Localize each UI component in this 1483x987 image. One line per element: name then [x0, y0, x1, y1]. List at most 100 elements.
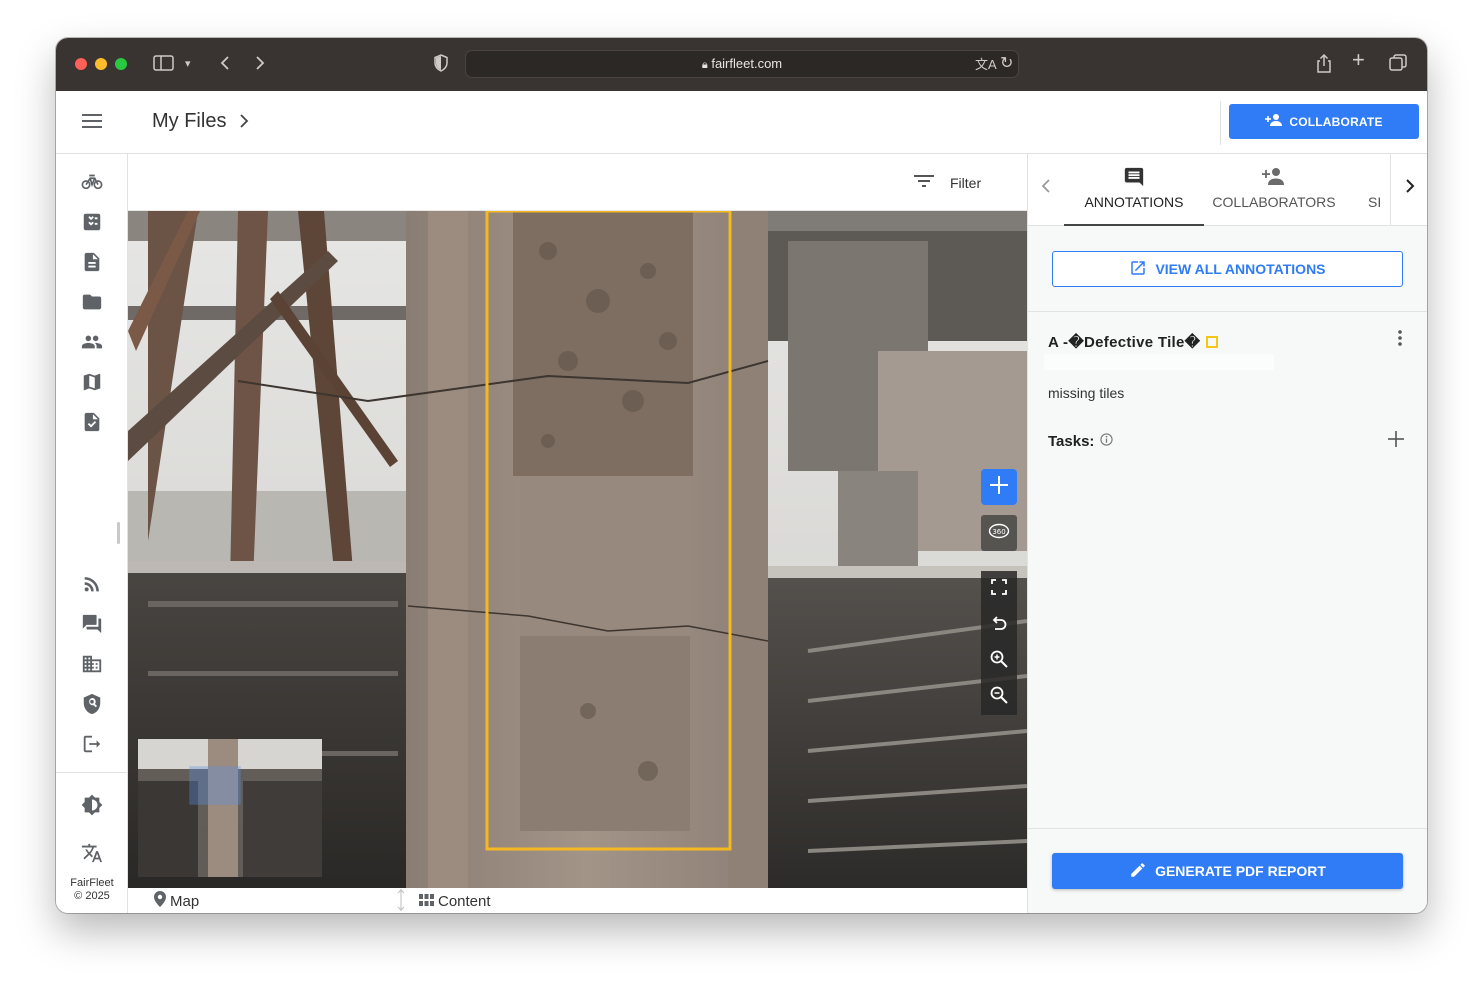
- forum-icon[interactable]: [80, 612, 104, 636]
- edit-pencil-icon: [1129, 861, 1147, 882]
- split-resize-handle[interactable]: [394, 889, 408, 913]
- task-list-icon[interactable]: [80, 210, 104, 234]
- logout-icon[interactable]: [80, 732, 104, 756]
- panel-tabs: ANNOTATIONS COLLABORATORS SI: [1028, 154, 1427, 226]
- image-viewer[interactable]: 360: [128, 211, 1027, 888]
- add-task-icon[interactable]: [1388, 431, 1404, 452]
- map-view-button[interactable]: Map: [154, 891, 199, 911]
- close-window-button[interactable]: [75, 58, 87, 70]
- translate-icon[interactable]: [80, 841, 104, 865]
- filter-icon: [914, 174, 934, 191]
- content-label: Content: [438, 893, 491, 910]
- fullscreen-icon: [991, 578, 1007, 600]
- annotation-description: missing tiles: [1048, 385, 1125, 401]
- sidebar-toggle-icon[interactable]: [153, 54, 175, 78]
- annotation-panel: ANNOTATIONS COLLABORATORS SI VIEW ALL AN…: [1027, 154, 1427, 913]
- sidebar-divider: [56, 772, 128, 773]
- zoom-out-icon: [990, 686, 1008, 709]
- map-label: Map: [170, 892, 200, 910]
- tasks-header: Tasks:: [1048, 433, 1114, 450]
- grid-view-icon: [419, 893, 434, 910]
- share-icon[interactable]: [1316, 53, 1332, 80]
- generate-pdf-report-button[interactable]: GENERATE PDF REPORT: [1052, 853, 1403, 889]
- translate-page-icon[interactable]: 文A: [975, 55, 997, 75]
- location-pin-icon: [154, 891, 166, 911]
- brightness-icon[interactable]: [80, 793, 104, 817]
- reset-view-button[interactable]: [981, 607, 1017, 643]
- sidebar-resize-handle[interactable]: [117, 522, 120, 544]
- zoom-in-icon: [990, 650, 1008, 673]
- inspection-photo: [128, 211, 1027, 888]
- folder-icon[interactable]: [80, 290, 104, 314]
- lock-icon: 🔒︎: [701, 59, 708, 71]
- zoom-window-button[interactable]: [115, 58, 127, 70]
- tab-third-label: SI: [1368, 194, 1382, 210]
- tab-overview-icon[interactable]: [1389, 54, 1407, 78]
- annotation-title-text: A -�Defective Tile�: [1048, 334, 1201, 351]
- content-view-button[interactable]: Content: [419, 893, 491, 910]
- drone-icon[interactable]: [80, 169, 104, 193]
- tabs-divider: [1390, 154, 1391, 226]
- menu-icon[interactable]: [82, 113, 102, 134]
- info-icon[interactable]: [1100, 433, 1114, 450]
- breadcrumb-chevron-icon[interactable]: [238, 111, 250, 136]
- tab-third[interactable]: SI: [1368, 166, 1390, 226]
- reload-icon[interactable]: ↻: [1000, 54, 1013, 74]
- zoom-out-button[interactable]: [981, 679, 1017, 715]
- zoom-in-button[interactable]: [981, 643, 1017, 679]
- page-title: My Files: [152, 110, 227, 132]
- address-bar[interactable]: 🔒︎ fairfleet.com: [465, 50, 1019, 78]
- collaborate-label: COLLABORATE: [1289, 114, 1383, 129]
- add-annotation-button[interactable]: [981, 469, 1017, 505]
- browser-toolbar: ▾ 🔒︎ fairfleet.com 文A ↻ +: [56, 38, 1427, 91]
- checked-document-icon[interactable]: [80, 410, 104, 434]
- minimize-window-button[interactable]: [95, 58, 107, 70]
- annotation-color-swatch: [1206, 336, 1219, 348]
- brand-footer: FairFleet © 2025: [56, 877, 128, 903]
- url-text: fairfleet.com: [711, 56, 783, 71]
- forward-icon[interactable]: [254, 54, 266, 78]
- fullscreen-button[interactable]: [981, 571, 1017, 607]
- rss-feed-icon[interactable]: [80, 572, 104, 596]
- header-divider: [1220, 101, 1221, 145]
- shield-icon[interactable]: [433, 54, 449, 78]
- drag-handle-icon: [394, 889, 408, 913]
- panel-divider: [1028, 311, 1427, 312]
- annotation-title: A -�Defective Tile�: [1048, 333, 1219, 351]
- panel-footer-divider: [1028, 828, 1427, 829]
- view-all-label: VIEW ALL ANNOTATIONS: [1155, 261, 1326, 277]
- tabs-scroll-left-icon[interactable]: [1040, 176, 1052, 201]
- collaborate-button[interactable]: COLLABORATE: [1229, 104, 1419, 139]
- tab-annotations[interactable]: ANNOTATIONS: [1064, 166, 1204, 226]
- viewer-toolbar: Filter: [128, 154, 1027, 211]
- filter-button[interactable]: Filter: [914, 174, 981, 191]
- security-search-icon[interactable]: [80, 692, 104, 716]
- building-icon[interactable]: [80, 652, 104, 676]
- svg-text:360: 360: [992, 528, 1005, 536]
- tab-collaborators-label: COLLABORATORS: [1212, 194, 1336, 210]
- browser-window: ▾ 🔒︎ fairfleet.com 文A ↻ + My Files COLLA…: [56, 38, 1427, 913]
- tabs-scroll-right-icon[interactable]: [1404, 176, 1416, 201]
- add-person-icon: [1265, 113, 1283, 130]
- more-vert-icon[interactable]: [1398, 329, 1402, 352]
- view-switcher: Map Content: [128, 888, 1027, 913]
- plus-icon: [989, 475, 1009, 500]
- brand-name: FairFleet: [70, 877, 114, 889]
- comment-icon: [1123, 166, 1145, 190]
- undo-icon: [990, 615, 1008, 636]
- view-all-annotations-button[interactable]: VIEW ALL ANNOTATIONS: [1052, 251, 1403, 287]
- people-icon[interactable]: [80, 330, 104, 354]
- add-person-icon: [1262, 166, 1286, 190]
- view-360-button[interactable]: 360: [981, 515, 1017, 551]
- tab-collaborators[interactable]: COLLABORATORS: [1204, 166, 1344, 226]
- sidebar: FairFleet © 2025: [56, 154, 128, 913]
- active-tab-indicator: [1064, 224, 1204, 226]
- new-tab-icon[interactable]: +: [1352, 49, 1365, 71]
- map-icon[interactable]: [80, 370, 104, 394]
- filter-label: Filter: [950, 174, 982, 191]
- document-icon[interactable]: [80, 250, 104, 274]
- chevron-down-icon[interactable]: ▾: [185, 54, 191, 74]
- open-in-new-icon: [1129, 259, 1147, 280]
- back-icon[interactable]: [219, 54, 231, 78]
- tab-annotations-label: ANNOTATIONS: [1084, 194, 1184, 210]
